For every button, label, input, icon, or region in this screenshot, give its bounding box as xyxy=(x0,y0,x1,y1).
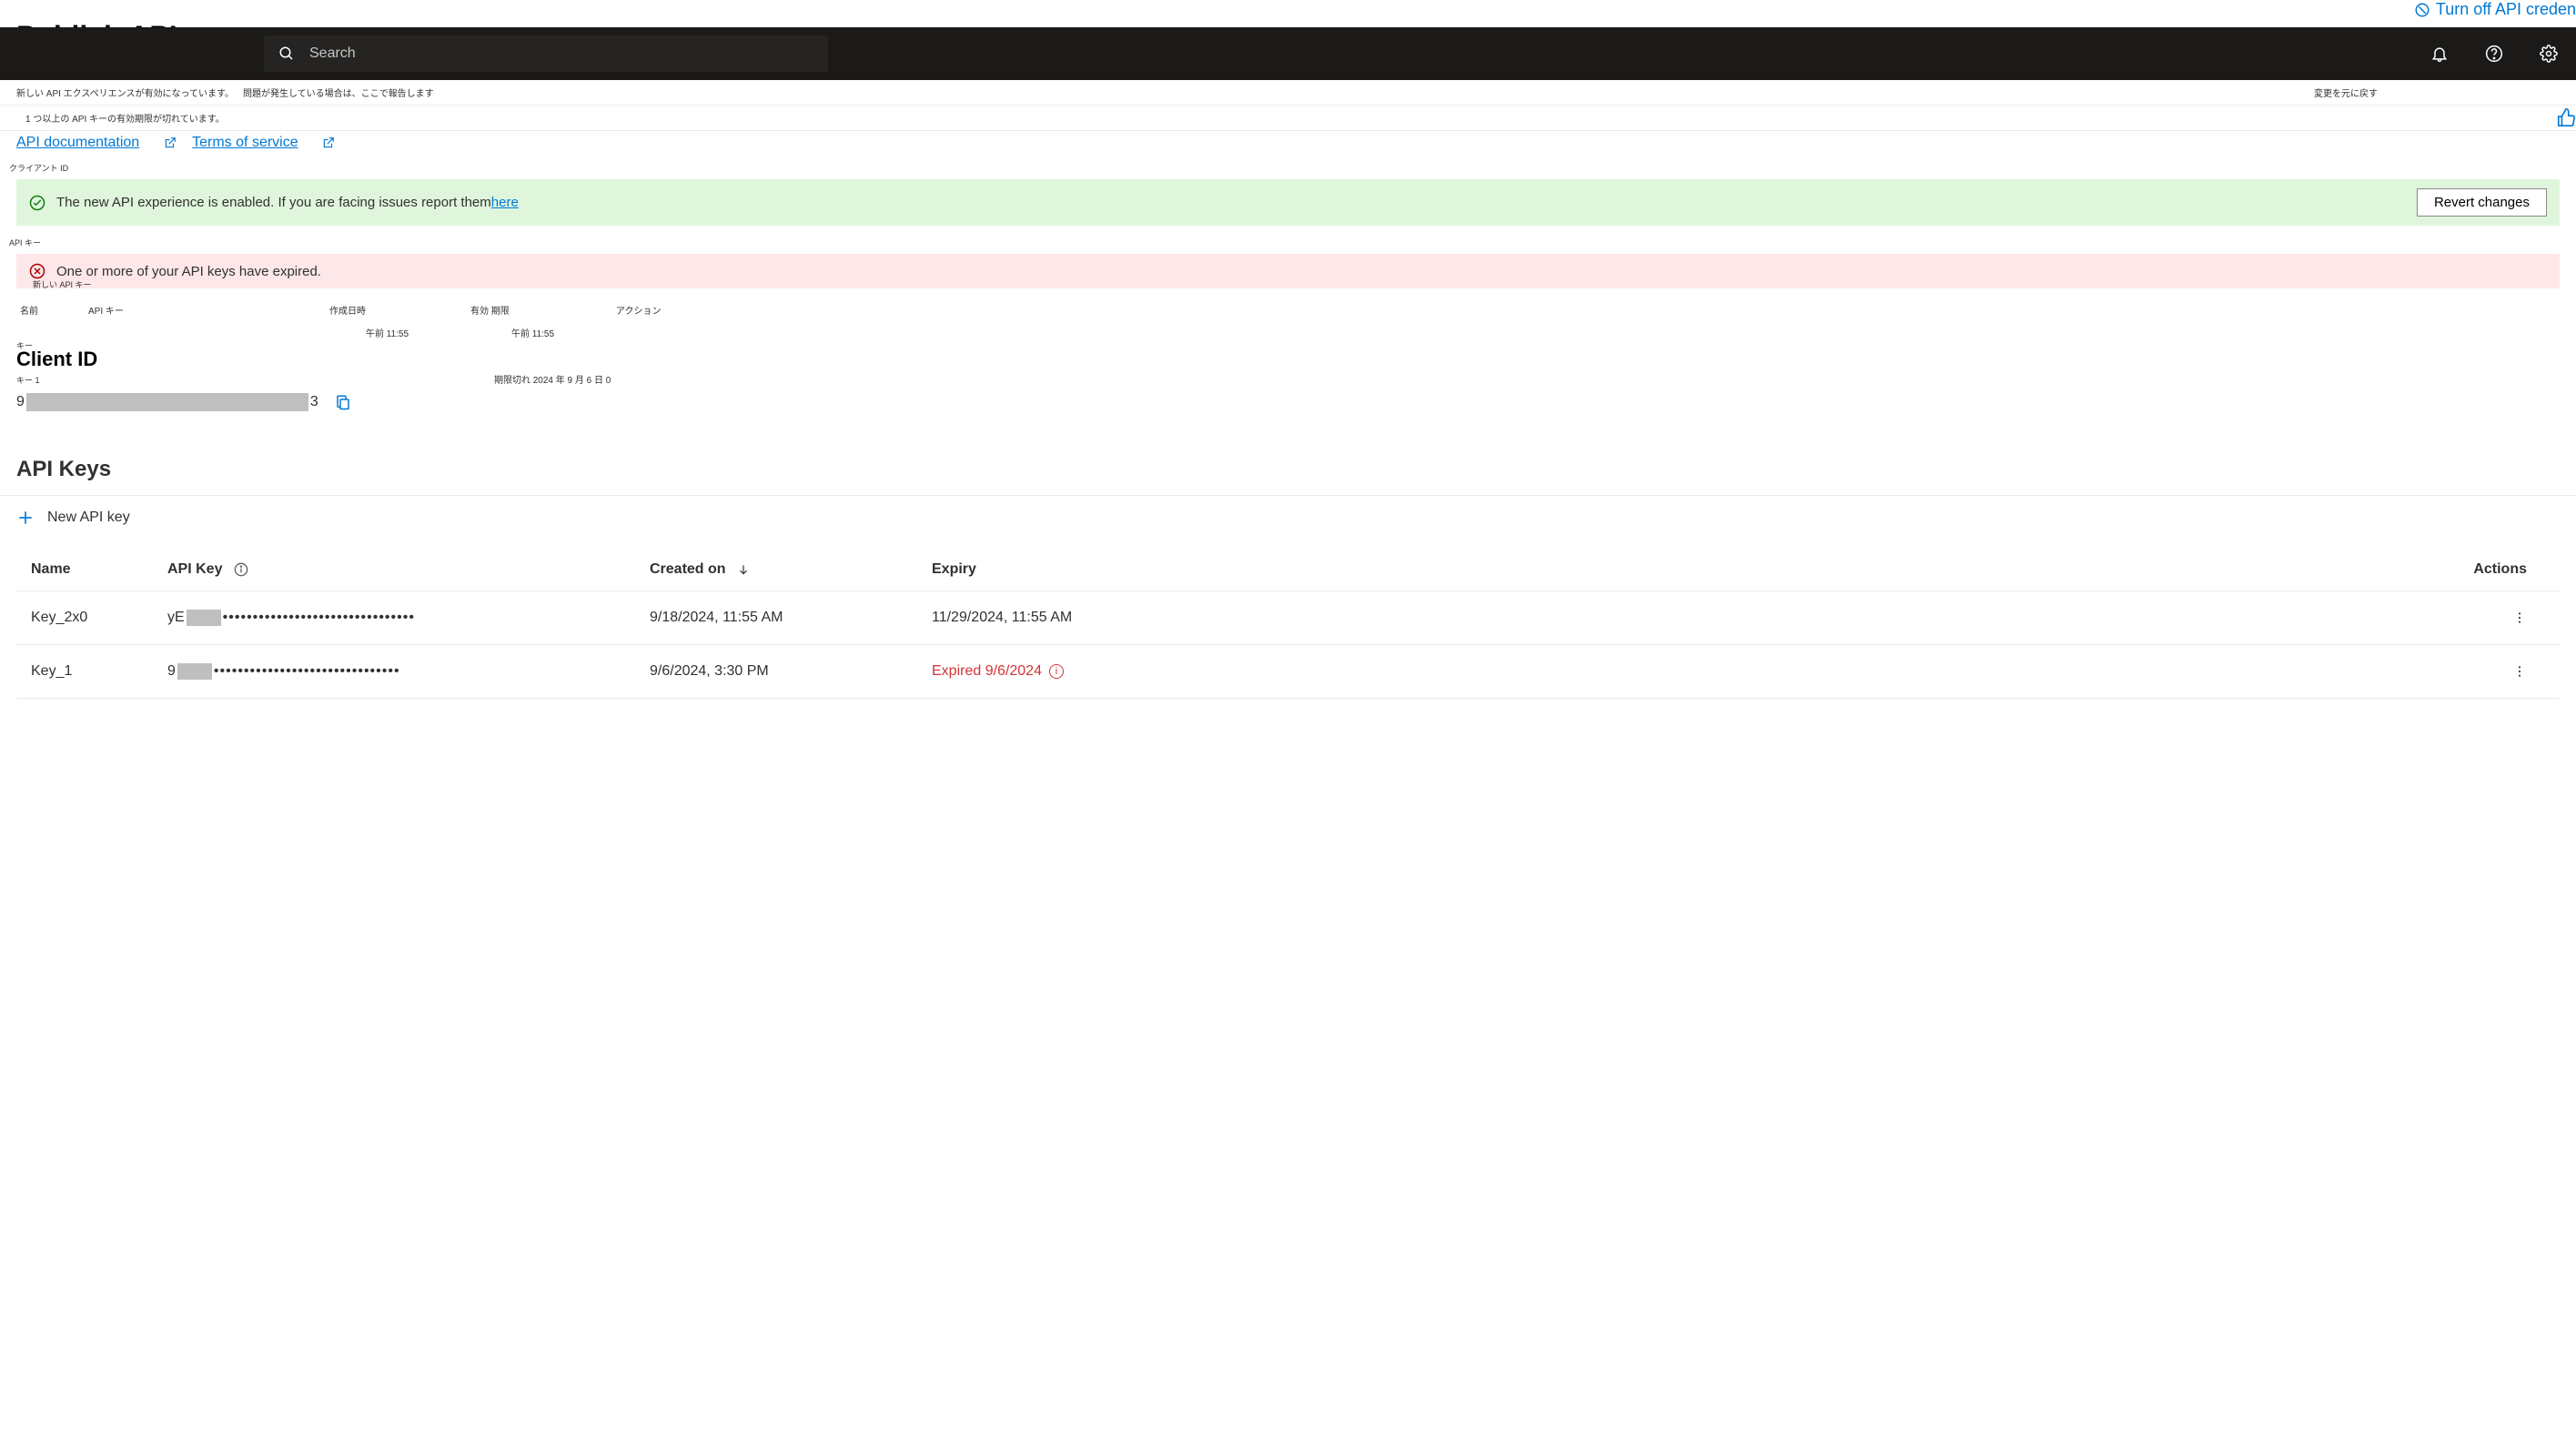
table-row: Key_1 9 ••••••••••••••••••••••••••••••• … xyxy=(16,645,2560,699)
row-actions-icon[interactable] xyxy=(2512,663,2527,679)
column-expiry[interactable]: Expiry xyxy=(932,561,1232,578)
help-icon[interactable] xyxy=(2485,45,2503,63)
thumbs-up-icon[interactable] xyxy=(2556,107,2576,127)
search-input[interactable] xyxy=(309,45,813,62)
revert-changes-button[interactable]: Revert changes xyxy=(2417,188,2547,217)
key-name: Key_2x0 xyxy=(31,610,167,626)
sort-descending-icon xyxy=(737,561,750,577)
notifications-icon[interactable] xyxy=(2430,45,2449,63)
jp-client-id-label: クライアント ID xyxy=(0,160,2576,176)
key-name: Key_1 xyxy=(31,663,167,680)
redacted-value xyxy=(187,610,221,626)
turn-off-credentials-link[interactable]: Turn off API creden xyxy=(2414,0,2576,19)
api-keys-heading: API Keys xyxy=(0,411,2576,496)
table-row: Key_2x0 yE •••••••••••••••••••••••••••••… xyxy=(16,591,2560,645)
client-id-heading: Client ID xyxy=(16,348,2560,371)
api-keys-table: Name API Key Created on Expiry Actions K… xyxy=(0,540,2576,699)
search-container[interactable] xyxy=(264,35,828,72)
terms-of-service-link[interactable]: Terms of service xyxy=(192,135,298,150)
new-api-key-button[interactable]: New API key xyxy=(0,496,2576,540)
external-link-icon xyxy=(164,135,180,150)
success-banner: The new API experience is enabled. If yo… xyxy=(16,179,2560,226)
settings-icon[interactable] xyxy=(2540,45,2558,63)
api-documentation-link[interactable]: API documentation xyxy=(16,135,139,150)
client-id-value: 9 3 xyxy=(16,393,318,411)
info-icon[interactable] xyxy=(234,561,248,577)
jp-api-key-label: API キー xyxy=(0,235,2576,250)
jp-time-row: 午前 11:55 午前 11:55 xyxy=(0,322,2576,339)
key-value: 9 ••••••••••••••••••••••••••••••• xyxy=(167,663,650,680)
client-id-section: キー Client ID キー 1 期限切れ 2024 年 9 月 6 日 0 … xyxy=(0,339,2576,411)
check-circle-icon xyxy=(29,194,45,210)
row-actions-icon[interactable] xyxy=(2512,610,2527,625)
key-created: 9/6/2024, 3:30 PM xyxy=(650,663,932,680)
column-key[interactable]: API Key xyxy=(167,561,650,578)
column-name[interactable]: Name xyxy=(31,561,167,578)
key-expiry-expired: Expired 9/6/2024 i xyxy=(932,663,1232,680)
links-row: API documentation Terms of service xyxy=(0,131,2576,160)
error-circle-icon xyxy=(29,263,45,279)
jp-info-bar-2: 1 つ以上の API キーの有効期限が切れています。 xyxy=(0,106,2576,131)
error-text: One or more of your API keys have expire… xyxy=(56,264,321,279)
external-link-icon xyxy=(322,135,335,150)
expired-info-icon[interactable]: i xyxy=(1049,664,1064,679)
column-created[interactable]: Created on xyxy=(650,561,932,578)
success-text: The new API experience is enabled. If yo… xyxy=(56,195,491,210)
jp-info-bar-1: 新しい API エクスペリエンスが有効になっています。 問題が発生している場合は… xyxy=(0,80,2576,106)
jp-table-header: 名前 API キー 作成日時 有効 期限 アクション xyxy=(0,298,2576,322)
jp-new-api-key-label: 新しい API キー xyxy=(33,278,92,290)
search-icon xyxy=(278,45,295,62)
copy-icon[interactable] xyxy=(335,394,351,410)
redacted-value xyxy=(177,663,212,680)
plus-icon xyxy=(16,509,35,527)
top-bar xyxy=(0,27,2576,80)
key-value: yE •••••••••••••••••••••••••••••••• xyxy=(167,610,650,626)
column-actions: Actions xyxy=(2473,561,2545,578)
redacted-value xyxy=(26,393,308,411)
key-expiry: 11/29/2024, 11:55 AM xyxy=(932,610,1232,626)
report-here-link[interactable]: here xyxy=(491,195,519,210)
key-created: 9/18/2024, 11:55 AM xyxy=(650,610,932,626)
error-banner: One or more of your API keys have expire… xyxy=(16,254,2560,288)
table-header: Name API Key Created on Expiry Actions xyxy=(16,549,2560,591)
